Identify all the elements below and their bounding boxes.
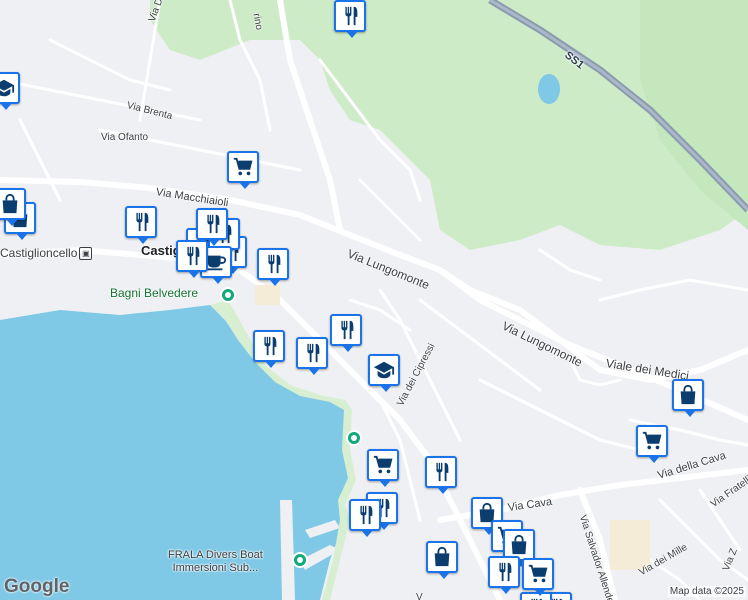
lake bbox=[538, 74, 560, 104]
map-pin-shopping-bag[interactable] bbox=[672, 379, 704, 417]
poi-marker[interactable] bbox=[346, 430, 362, 446]
map-pin-restaurant[interactable] bbox=[349, 499, 381, 537]
map-pin-restaurant[interactable] bbox=[257, 248, 289, 286]
map-pin-restaurant[interactable] bbox=[334, 0, 366, 38]
road-via-lungomonte bbox=[437, 267, 748, 384]
map-view[interactable]: Via Macchiaioli Via Lungomonte Via Lungo… bbox=[0, 0, 748, 600]
map-pin-restaurant[interactable] bbox=[330, 314, 362, 352]
map-pin-shopping-cart[interactable] bbox=[367, 449, 399, 487]
map-pin-shopping-bag[interactable] bbox=[0, 188, 26, 226]
map-pin-shopping-cart[interactable] bbox=[227, 151, 259, 189]
dive-center-marker[interactable] bbox=[292, 552, 308, 568]
map-pin-restaurant[interactable] bbox=[196, 208, 228, 246]
map-pin-school[interactable] bbox=[368, 354, 400, 392]
poi-label-frala-divers[interactable]: FRALA Divers Boat Immersioni Sub... bbox=[168, 549, 263, 575]
town-label-castiglioncello: Castiglioncello ▣ bbox=[0, 246, 93, 261]
map-pin-school[interactable] bbox=[0, 72, 20, 110]
map-pin-restaurant[interactable] bbox=[488, 556, 520, 594]
street-label-via-ofanto: Via Ofanto bbox=[101, 132, 149, 143]
google-logo: Google bbox=[4, 576, 70, 597]
beach-marker[interactable] bbox=[220, 287, 236, 303]
poi-label-frala-line1: FRALA Divers Boat bbox=[168, 549, 263, 561]
map-pin-shopping-cart[interactable] bbox=[522, 558, 554, 596]
train-station-icon: ▣ bbox=[79, 247, 93, 261]
map-attribution[interactable]: Map data ©2025 bbox=[667, 586, 746, 597]
map-pin-shopping-bag[interactable] bbox=[426, 541, 458, 579]
poi-label-bagni-belvedere[interactable]: Bagni Belvedere bbox=[110, 286, 198, 300]
map-pin-restaurant[interactable] bbox=[296, 337, 328, 375]
poi-label-frala-line2: Immersioni Sub... bbox=[172, 562, 259, 574]
map-pin-restaurant[interactable] bbox=[176, 240, 208, 278]
map-pin-restaurant[interactable] bbox=[425, 456, 457, 494]
town-label-castig: Castig bbox=[141, 243, 181, 258]
map-pin-shopping-cart[interactable] bbox=[636, 425, 668, 463]
map-pin-restaurant[interactable] bbox=[253, 330, 285, 368]
map-pin-restaurant[interactable] bbox=[125, 206, 157, 244]
street-label-v: V bbox=[416, 592, 423, 600]
